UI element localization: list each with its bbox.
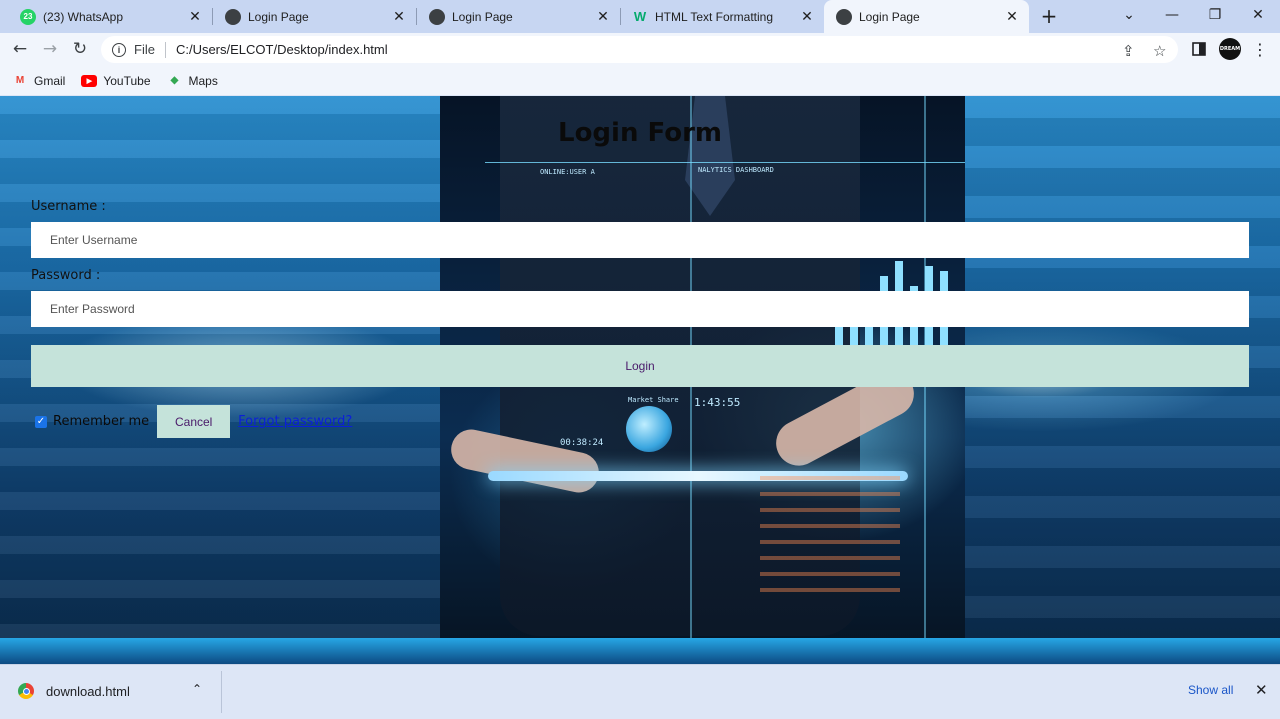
holo-line	[485, 162, 965, 163]
new-tab-button[interactable]: +	[1037, 4, 1061, 28]
holo-decor-text: 1:43:55	[694, 396, 741, 409]
scheme-label: File	[134, 42, 155, 57]
holo-decor-text: ONLINE:USER A	[540, 168, 595, 176]
close-tab-icon[interactable]: ✕	[1003, 8, 1021, 26]
username-label: Username :	[31, 199, 106, 214]
download-file-name: download.html	[46, 683, 130, 699]
close-tab-icon[interactable]: ✕	[186, 8, 204, 26]
close-tab-icon[interactable]: ✕	[594, 8, 612, 26]
url-text[interactable]: C:/Users/ELCOT/Desktop/index.html	[176, 42, 388, 57]
w3schools-icon: W	[633, 9, 647, 24]
holo-decor-text: 00:38:24	[560, 438, 604, 448]
bookmark-label: YouTube	[103, 73, 151, 88]
menu-kebab-icon[interactable]: ⋮	[1249, 38, 1271, 60]
minimize-button[interactable]: —	[1152, 0, 1192, 30]
show-all-link[interactable]: Show all	[1188, 683, 1233, 697]
tab-title: Login Page	[248, 9, 309, 24]
tab-title: Login Page	[452, 9, 513, 24]
reload-button[interactable]: ↻	[68, 37, 92, 61]
bookmark-maps[interactable]: ◆ Maps	[167, 74, 218, 88]
address-bar[interactable]: i File C:/Users/ELCOT/Desktop/index.html…	[101, 36, 1178, 63]
tab-login-page-2[interactable]: Login Page ✕	[409, 0, 620, 33]
download-item[interactable]: download.html	[18, 683, 130, 699]
tab-title: HTML Text Formatting	[655, 9, 774, 24]
username-input[interactable]	[31, 222, 1249, 258]
maps-icon: ◆	[170, 75, 179, 86]
bookmark-label: Gmail	[34, 73, 66, 88]
holo-orange-bars	[760, 476, 900, 596]
tab-login-page-active[interactable]: Login Page ✕	[824, 0, 1029, 33]
bookmark-gmail[interactable]: M Gmail	[12, 73, 66, 88]
restore-button[interactable]: ❐	[1195, 0, 1235, 30]
omnibox-divider	[164, 41, 166, 58]
tab-login-page-1[interactable]: Login Page ✕	[205, 0, 416, 33]
globe-icon	[429, 8, 445, 25]
close-icon[interactable]: ✕	[1255, 681, 1268, 699]
side-panel-icon[interactable]	[1188, 38, 1210, 60]
tab-whatsapp[interactable]: 23 (23) WhatsApp ✕	[0, 0, 212, 33]
bookmark-label: Maps	[188, 73, 218, 88]
password-input[interactable]	[31, 291, 1249, 327]
remember-row: ✓ Remember me Cancel Forgot password?	[35, 405, 352, 438]
page-title: Login Form	[558, 118, 722, 148]
tab-html-text-formatting[interactable]: W HTML Text Formatting ✕	[612, 0, 824, 33]
forgot-password-link[interactable]: Forgot password?	[238, 414, 352, 429]
tab-title: Login Page	[859, 9, 920, 24]
close-window-button[interactable]: ✕	[1238, 0, 1278, 30]
login-button[interactable]: Login	[31, 345, 1249, 387]
gmail-icon: M	[15, 75, 25, 86]
bookmark-youtube[interactable]: ▶ YouTube	[81, 73, 151, 88]
browser-toolbar: ← → ↻ i File C:/Users/ELCOT/Desktop/inde…	[0, 33, 1280, 66]
bookmark-star-icon[interactable]: ☆	[1153, 42, 1166, 60]
whatsapp-icon: 23	[20, 8, 36, 25]
site-info-icon[interactable]: i	[112, 42, 126, 57]
cancel-button[interactable]: Cancel	[157, 405, 231, 438]
bookmarks-bar: M Gmail ▶ YouTube ◆ Maps	[0, 66, 1280, 95]
tab-title: (23) WhatsApp	[43, 9, 124, 24]
holo-decor-text: NALYTICS DASHBOARD	[698, 166, 774, 174]
globe-icon	[225, 8, 241, 25]
share-icon[interactable]: ⇪	[1122, 42, 1135, 60]
back-button[interactable]: ←	[8, 37, 32, 61]
remember-me-label: Remember me	[53, 414, 150, 429]
download-separator	[221, 671, 222, 713]
profile-avatar[interactable]: DREAM	[1219, 38, 1241, 60]
remember-me-checkbox[interactable]: ✓	[35, 415, 47, 428]
tab-search-chevron-icon[interactable]: ⌄	[1109, 0, 1149, 30]
tab-strip: 23 (23) WhatsApp ✕ Login Page ✕ Login Pa…	[0, 0, 1280, 33]
download-bar: download.html ⌃ Show all ✕	[0, 664, 1280, 719]
page-content: ONLINE:USER A NALYTICS DASHBOARD Market …	[0, 96, 1280, 664]
holo-decor-text: Market Share	[628, 396, 679, 404]
password-label: Password :	[31, 268, 101, 283]
close-tab-icon[interactable]: ✕	[390, 8, 408, 26]
forward-button[interactable]: →	[38, 37, 62, 61]
globe-icon	[836, 8, 852, 25]
holo-globe	[626, 406, 672, 452]
chrome-icon	[18, 683, 34, 699]
background-bottom-strip	[0, 638, 1280, 664]
close-tab-icon[interactable]: ✕	[798, 8, 816, 26]
youtube-icon: ▶	[81, 74, 98, 87]
chevron-up-icon[interactable]: ⌃	[192, 682, 202, 696]
